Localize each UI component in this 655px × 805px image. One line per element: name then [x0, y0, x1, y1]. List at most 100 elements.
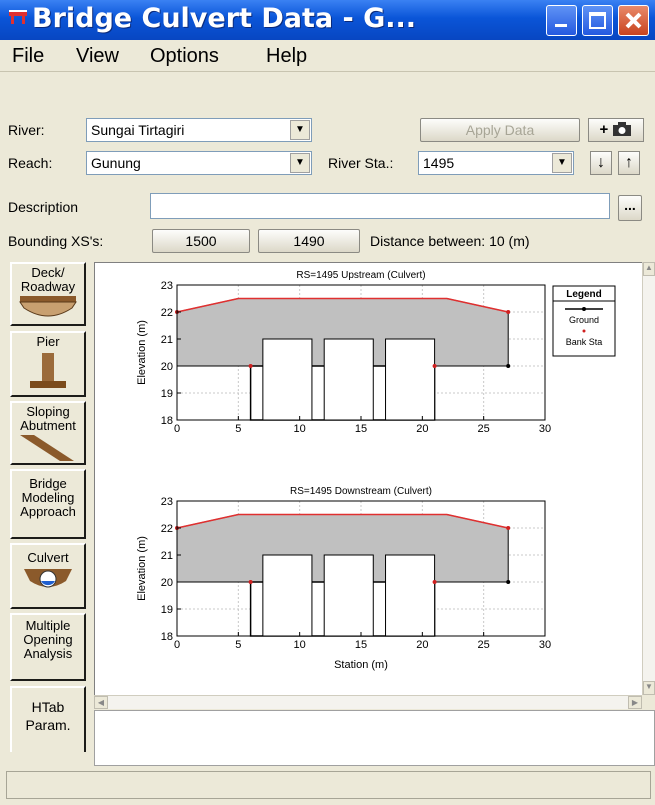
deck-roadway-button[interactable]: Deck/ Roadway	[10, 262, 86, 326]
x-tick-label: 20	[416, 639, 428, 651]
chart-title: RS=1495 Downstream (Culvert)	[290, 486, 432, 497]
message-pane	[94, 710, 655, 766]
x-tick-label: 10	[294, 639, 306, 651]
close-icon	[625, 12, 642, 29]
deck-point	[506, 310, 511, 314]
pier-label: Pier	[36, 334, 60, 349]
horizontal-scrollbar[interactable]: ◀ ▶	[94, 695, 642, 709]
river-select[interactable]: Sungai Tirtagiri ▼	[86, 118, 312, 142]
bounding-xs-downstream-button[interactable]: 1490	[258, 229, 360, 253]
reach-select[interactable]: Gunung ▼	[86, 151, 312, 175]
legend-bank-label: Bank Sta	[566, 337, 603, 347]
y-tick-label: 23	[161, 280, 173, 292]
menu-bar: File View Options Help	[0, 40, 655, 72]
scroll-left-icon[interactable]: ◀	[94, 696, 108, 709]
bank-station-point	[248, 580, 253, 584]
ground-point	[506, 364, 511, 368]
x-tick-label: 30	[539, 423, 551, 435]
multiple-opening-analysis-button[interactable]: Multiple Opening Analysis	[10, 613, 86, 681]
ground-point	[506, 580, 511, 584]
reach-label: Reach:	[8, 155, 53, 171]
sloping-abutment-label: Sloping Abutment	[20, 404, 76, 433]
window-title: Bridge Culvert Data - G...	[32, 3, 417, 34]
chevron-down-icon[interactable]: ▼	[552, 153, 572, 173]
apply-data-button[interactable]: Apply Data	[420, 118, 580, 142]
culvert-button[interactable]: Culvert	[10, 543, 86, 609]
y-tick-label: 21	[161, 334, 173, 346]
menu-file[interactable]: File	[12, 45, 44, 68]
reach-value: Gunung	[91, 155, 141, 171]
next-station-button[interactable]: ↓	[590, 151, 612, 175]
legend-ground-label: Ground	[569, 315, 599, 325]
river-sta-label: River Sta.:	[328, 155, 394, 171]
bridge-cross-section-plots: RS=1495 Upstream (Culvert) 0 5 10 15 20 25 30 18…	[136, 270, 616, 671]
minimize-icon	[555, 24, 567, 27]
pier-icon	[30, 353, 66, 388]
x-tick-label: 5	[235, 423, 241, 435]
river-sta-value: 1495	[423, 155, 455, 171]
culvert-opening	[323, 554, 374, 637]
bank-station-point	[248, 364, 253, 368]
description-field[interactable]	[150, 193, 610, 219]
chart-panel-1	[175, 500, 546, 637]
menu-help[interactable]: Help	[266, 45, 307, 68]
menu-options[interactable]: Options	[150, 45, 219, 68]
deck-roadway-icon	[19, 296, 77, 317]
legend-ground-marker	[582, 307, 586, 311]
maximize-button[interactable]	[582, 5, 613, 36]
x-tick-label: 15	[355, 639, 367, 651]
minimize-button[interactable]	[546, 5, 577, 36]
scroll-down-icon[interactable]: ▼	[643, 681, 655, 695]
previous-station-button[interactable]: ↑	[618, 151, 640, 175]
pier-button[interactable]: Pier	[10, 331, 86, 397]
river-sta-select[interactable]: 1495 ▼	[418, 151, 574, 175]
x-tick-label: 25	[478, 423, 490, 435]
scroll-up-icon[interactable]: ▲	[643, 262, 655, 276]
title-bar: Bridge Culvert Data - G...	[0, 0, 655, 40]
htab-param-button[interactable]: HTab Param.	[10, 686, 86, 752]
y-tick-label: 20	[161, 577, 173, 589]
culvert-opening	[323, 338, 374, 421]
camera-icon	[613, 122, 632, 136]
x-axis-label: Station (m)	[334, 659, 388, 671]
chevron-down-icon[interactable]: ▼	[290, 153, 310, 173]
sloping-abutment-icon	[20, 435, 74, 461]
description-label: Description	[8, 199, 79, 215]
culvert-opening	[262, 338, 313, 421]
htab-param-label: HTab Param.	[25, 699, 71, 733]
arrow-down-icon: ↓	[597, 154, 605, 171]
bounding-xs-upstream-button[interactable]: 1500	[152, 229, 250, 253]
plot-area: RS=1495 Upstream (Culvert) 0 5 10 15 20 25 30 18…	[94, 262, 642, 695]
scroll-right-icon[interactable]: ▶	[628, 696, 642, 709]
y-tick-label: 19	[161, 604, 173, 616]
close-button[interactable]	[618, 5, 649, 36]
x-tick-label: 0	[174, 423, 180, 435]
x-tick-label: 0	[174, 639, 180, 651]
culvert-opening	[262, 554, 313, 637]
menu-view[interactable]: View	[76, 45, 119, 68]
add-cross-section-button[interactable]: +	[588, 118, 644, 142]
x-tick-label: 10	[294, 423, 306, 435]
river-value: Sungai Tirtagiri	[91, 122, 185, 138]
sloping-abutment-button[interactable]: Sloping Abutment	[10, 401, 86, 465]
culvert-opening	[385, 338, 436, 421]
description-edit-button[interactable]: ...	[618, 195, 642, 221]
bank-station-point	[432, 364, 437, 368]
vertical-scrollbar[interactable]: ▲ ▼	[642, 262, 655, 695]
legend-bank-marker	[582, 329, 586, 333]
chevron-down-icon[interactable]: ▼	[290, 120, 310, 140]
x-tick-label: 20	[416, 423, 428, 435]
y-tick-label: 19	[161, 388, 173, 400]
culvert-opening	[385, 554, 436, 637]
bridge-modeling-approach-label: Bridge Modeling Approach	[20, 476, 76, 519]
y-tick-label: 22	[161, 307, 173, 319]
x-tick-label: 5	[235, 639, 241, 651]
culvert-icon	[24, 569, 72, 588]
bridge-modeling-approach-button[interactable]: Bridge Modeling Approach	[10, 469, 86, 539]
chart-panel-0	[175, 284, 546, 421]
x-tick-label: 30	[539, 639, 551, 651]
bank-station-point	[432, 580, 437, 584]
maximize-icon	[589, 12, 606, 29]
multiple-opening-analysis-label: Multiple Opening Analysis	[23, 618, 73, 661]
y-tick-label: 20	[161, 361, 173, 373]
